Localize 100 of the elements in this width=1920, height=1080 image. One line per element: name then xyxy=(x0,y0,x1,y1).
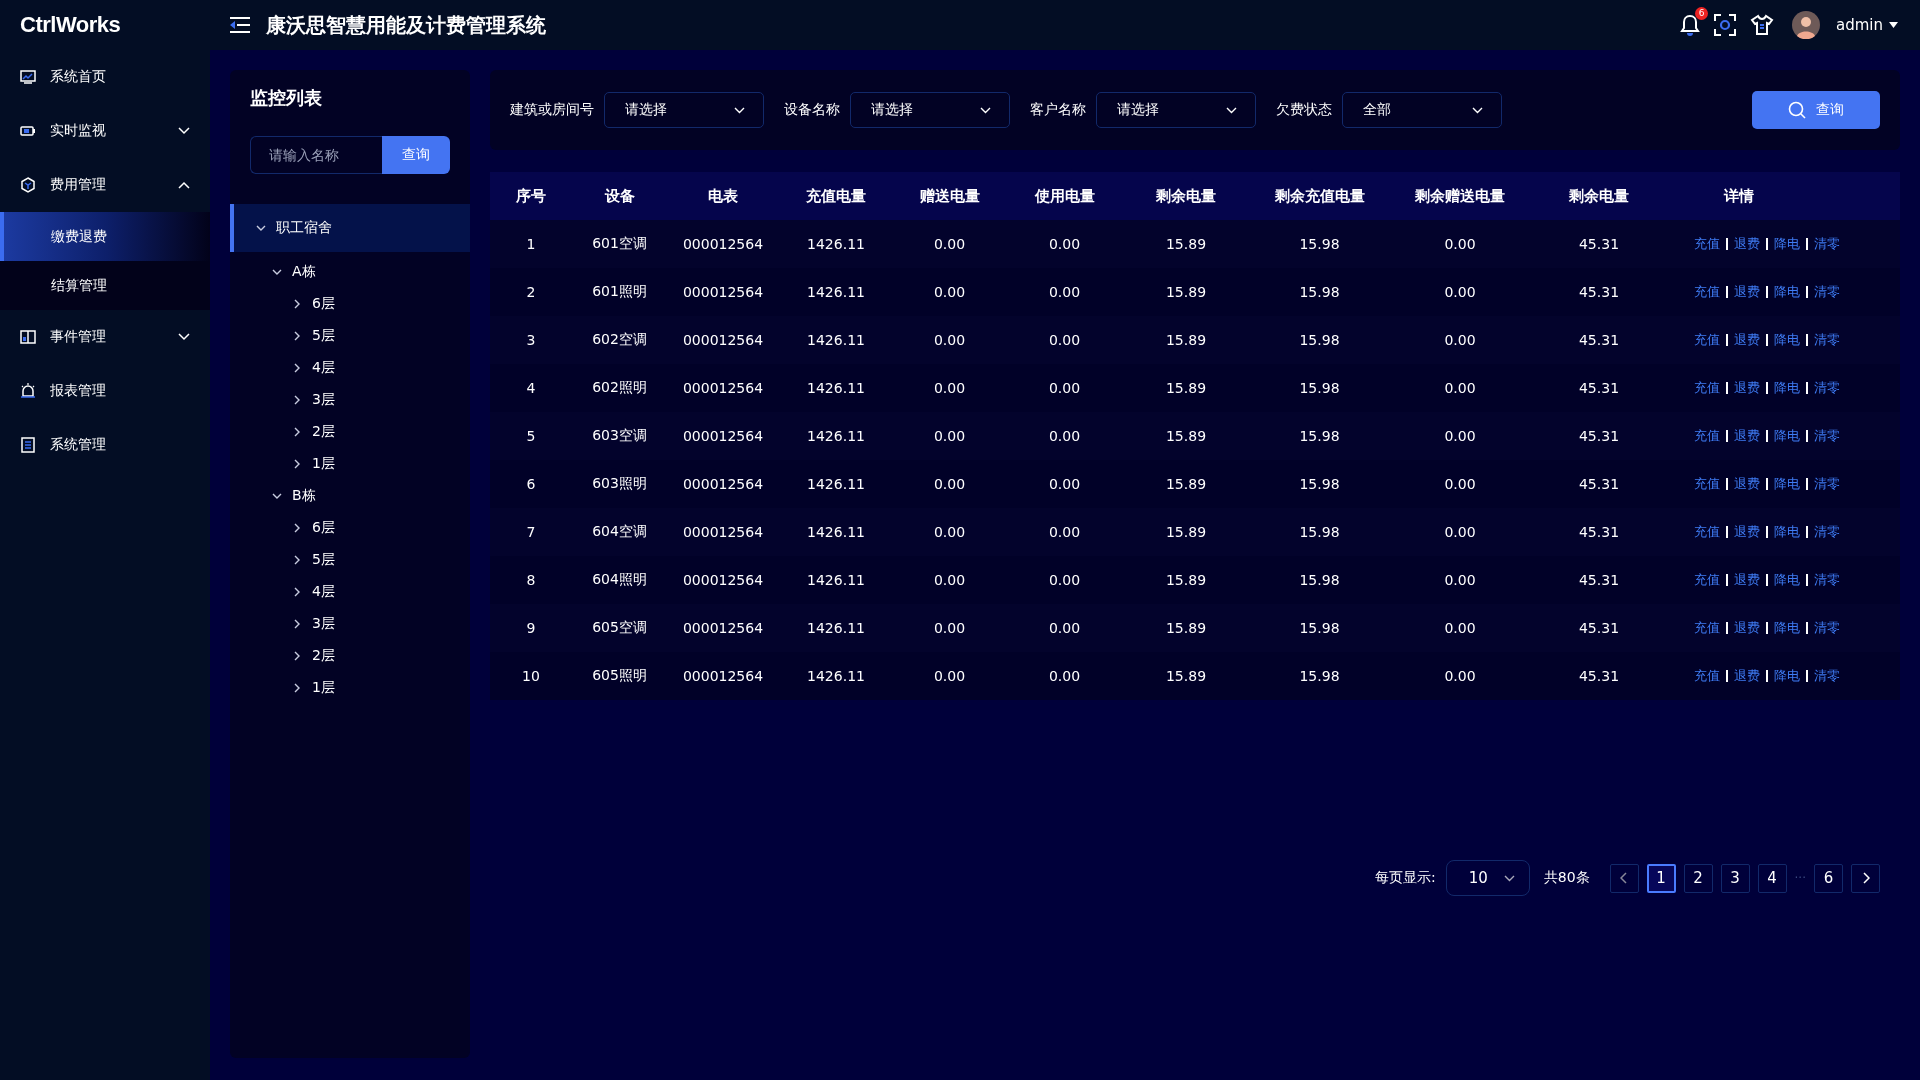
table-cell-text: 45.31 xyxy=(1577,380,1621,396)
action-link[interactable]: 退费 xyxy=(1734,475,1760,493)
page-button[interactable]: 2 xyxy=(1683,863,1713,893)
nav-item[interactable]: 报表管理 xyxy=(0,364,210,418)
dropdown[interactable]: 请选择 xyxy=(1096,92,1256,128)
search-field[interactable]: 请输入名称 xyxy=(250,136,382,174)
nav-item[interactable]: 系统管理 xyxy=(0,418,210,472)
tree-node[interactable]: 2层 xyxy=(230,416,470,448)
action-link[interactable]: 降电 xyxy=(1774,427,1800,445)
nav-subitem[interactable]: 结算管理 xyxy=(0,261,210,310)
search-button[interactable]: 查询 xyxy=(382,136,450,174)
tree-node[interactable]: 1层 xyxy=(230,448,470,480)
nav-item[interactable]: 系统首页 xyxy=(0,50,210,104)
action-link[interactable]: 充值 xyxy=(1694,571,1720,589)
tree-node[interactable]: 4层 xyxy=(230,576,470,608)
table-cell-text: 602照明 xyxy=(591,379,648,397)
action-link[interactable]: 退费 xyxy=(1734,427,1760,445)
tree-node[interactable]: 5层 xyxy=(230,320,470,352)
dropdown[interactable]: 请选择 xyxy=(604,92,764,128)
action-link[interactable]: 退费 xyxy=(1734,619,1760,637)
table-cell-text: 6 xyxy=(525,476,537,492)
nav-item[interactable]: 事件管理 xyxy=(0,310,210,364)
action-link[interactable]: 退费 xyxy=(1734,283,1760,301)
action-link[interactable]: 退费 xyxy=(1734,571,1760,589)
action-link[interactable]: 清零 xyxy=(1814,427,1840,445)
action-link[interactable]: 清零 xyxy=(1814,475,1840,493)
chevron-right-icon xyxy=(1861,872,1870,884)
table-cell-text: 0.00 xyxy=(932,236,967,252)
action-link[interactable]: 降电 xyxy=(1774,283,1800,301)
tree-node[interactable]: A栋 xyxy=(230,256,470,288)
action-link[interactable]: 充值 xyxy=(1694,619,1720,637)
page-button[interactable]: 1 xyxy=(1646,863,1676,893)
action-link[interactable]: 充值 xyxy=(1694,331,1720,349)
page-button[interactable]: 3 xyxy=(1720,863,1750,893)
user-menu[interactable]: admin xyxy=(1836,16,1898,34)
tree-node[interactable]: 5层 xyxy=(230,544,470,576)
action-link[interactable]: 退费 xyxy=(1734,379,1760,397)
tree-node[interactable]: 职工宿舍 xyxy=(230,204,470,252)
tree-node[interactable]: 6层 xyxy=(230,512,470,544)
table-cell-text: 0.00 xyxy=(1047,668,1082,684)
action-link[interactable]: 清零 xyxy=(1814,523,1840,541)
tree-node[interactable]: 6层 xyxy=(230,288,470,320)
chevron-icon xyxy=(178,127,190,135)
tree-node[interactable]: 3层 xyxy=(230,608,470,640)
action-link[interactable]: 清零 xyxy=(1814,379,1840,397)
table-cell-text: 000012564 xyxy=(681,476,765,492)
column-header: 赠送电量 xyxy=(918,186,981,206)
dropdown[interactable]: 全部 xyxy=(1342,92,1502,128)
action-link[interactable]: 降电 xyxy=(1774,619,1800,637)
action-link[interactable]: 降电 xyxy=(1774,235,1800,253)
table-cell-text: 0.00 xyxy=(932,476,967,492)
action-link[interactable]: 充值 xyxy=(1694,523,1720,541)
action-link[interactable]: 降电 xyxy=(1774,571,1800,589)
action-link[interactable]: 退费 xyxy=(1734,523,1760,541)
action-link[interactable]: 清零 xyxy=(1814,619,1840,637)
table-cell-text: 000012564 xyxy=(681,668,765,684)
action-link[interactable]: 退费 xyxy=(1734,235,1760,253)
nav-item[interactable]: 费用管理 xyxy=(0,158,210,212)
tree-node[interactable]: 1层 xyxy=(230,672,470,704)
action-link[interactable]: 充值 xyxy=(1694,427,1720,445)
tree-node[interactable]: 2层 xyxy=(230,640,470,672)
action-link[interactable]: 降电 xyxy=(1774,331,1800,349)
shirt-icon[interactable] xyxy=(1750,14,1774,36)
action-link[interactable]: 清零 xyxy=(1814,331,1840,349)
tree-node[interactable]: 3层 xyxy=(230,384,470,416)
action-link[interactable]: 清零 xyxy=(1814,571,1840,589)
table-cell-text: 0.00 xyxy=(932,284,967,300)
bell-icon[interactable] xyxy=(1680,14,1700,36)
total-count: 共80条 xyxy=(1543,869,1590,887)
query-button[interactable]: 查询 xyxy=(1752,91,1880,129)
table-cell-text: 15.89 xyxy=(1164,476,1208,492)
table-cell-text: 15.98 xyxy=(1298,524,1341,540)
next-page-button[interactable] xyxy=(1851,863,1880,893)
action-link[interactable]: 降电 xyxy=(1774,523,1800,541)
action-link[interactable]: 清零 xyxy=(1814,235,1840,253)
scan-icon[interactable] xyxy=(1714,14,1736,36)
action-link[interactable]: 降电 xyxy=(1774,667,1800,685)
tree-node[interactable]: B栋 xyxy=(230,480,470,512)
action-link[interactable]: 充值 xyxy=(1694,283,1720,301)
action-link[interactable]: 清零 xyxy=(1814,667,1840,685)
action-link[interactable]: 清零 xyxy=(1814,283,1840,301)
page-button[interactable]: 4 xyxy=(1757,863,1787,893)
action-link[interactable]: 充值 xyxy=(1694,667,1720,685)
action-link[interactable]: 降电 xyxy=(1774,475,1800,493)
action-link[interactable]: 退费 xyxy=(1734,667,1760,685)
dropdown[interactable]: 请选择 xyxy=(850,92,1010,128)
action-link[interactable]: 充值 xyxy=(1694,379,1720,397)
table-cell-text: 1426.11 xyxy=(806,620,866,636)
page-button[interactable]: 6 xyxy=(1814,863,1843,893)
action-link[interactable]: 降电 xyxy=(1774,379,1800,397)
action-link[interactable]: 充值 xyxy=(1694,475,1720,493)
page-size-dropdown[interactable]: 10 xyxy=(1445,860,1530,896)
table-cell-text: 0.00 xyxy=(1047,380,1082,396)
avatar[interactable] xyxy=(1792,11,1820,39)
menu-collapse-icon[interactable] xyxy=(228,16,252,34)
nav-item[interactable]: 实时监视 xyxy=(0,104,210,158)
tree-node[interactable]: 4层 xyxy=(230,352,470,384)
action-link[interactable]: 退费 xyxy=(1734,331,1760,349)
action-link[interactable]: 充值 xyxy=(1694,235,1720,253)
table-cell-text: 603照明 xyxy=(591,475,648,493)
